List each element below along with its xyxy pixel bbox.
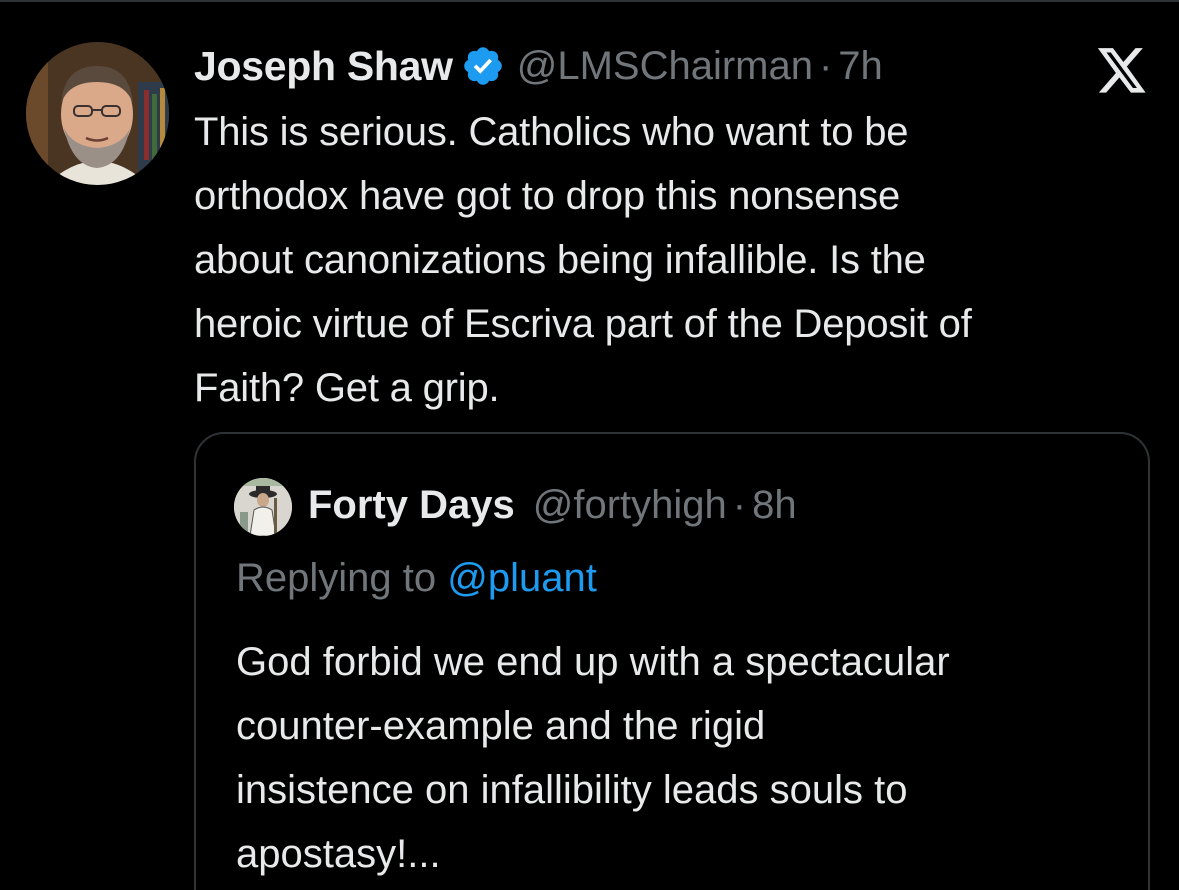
tweet-line: This is serious. Catholics who want to b… bbox=[194, 110, 909, 154]
replying-prefix: Replying to bbox=[236, 556, 437, 600]
quoted-line: God forbid we end up with a spectacular bbox=[236, 640, 950, 684]
author-handle[interactable]: @LMSChairman bbox=[517, 44, 813, 89]
quoted-avatar-icon bbox=[234, 478, 292, 536]
quoted-line: apostasy!... bbox=[236, 832, 441, 876]
tweet-timestamp[interactable]: 7h bbox=[838, 44, 883, 89]
quoted-separator-dot: · bbox=[732, 482, 747, 527]
top-divider bbox=[0, 0, 1179, 2]
profile-photo-icon bbox=[26, 42, 169, 185]
separator-dot: · bbox=[818, 43, 833, 88]
replying-mention-link[interactable]: @pluant bbox=[447, 556, 597, 600]
author-avatar[interactable] bbox=[26, 42, 169, 185]
quoted-author-handle[interactable]: @fortyhigh bbox=[533, 483, 727, 528]
x-logo-icon bbox=[1096, 48, 1148, 96]
quoted-header: Forty Days @fortyhigh · 8h bbox=[308, 476, 797, 534]
tweet-line: Faith? Get a grip. bbox=[194, 366, 500, 410]
tweet-header: Joseph Shaw @LMSChairman · 7h bbox=[194, 38, 883, 94]
quoted-line: counter-example and the rigid bbox=[236, 704, 766, 748]
replying-to: Replying to @pluant bbox=[236, 556, 597, 601]
quoted-timestamp[interactable]: 8h bbox=[752, 483, 797, 528]
tweet-line: orthodox have got to drop this nonsense bbox=[194, 174, 901, 218]
quoted-tweet-body: God forbid we end up with a spectacular … bbox=[236, 630, 1136, 886]
verified-badge-icon bbox=[461, 44, 505, 88]
tweet-body: This is serious. Catholics who want to b… bbox=[194, 100, 1159, 420]
quoted-author-avatar[interactable] bbox=[234, 478, 292, 536]
quoted-author-name[interactable]: Forty Days bbox=[308, 483, 515, 528]
tweet-line: about canonizations being infallible. Is… bbox=[194, 238, 926, 282]
tweet-line: heroic virtue of Escriva part of the Dep… bbox=[194, 302, 972, 346]
quoted-line: insistence on infallibility leads souls … bbox=[236, 768, 908, 812]
author-name[interactable]: Joseph Shaw bbox=[194, 43, 453, 90]
